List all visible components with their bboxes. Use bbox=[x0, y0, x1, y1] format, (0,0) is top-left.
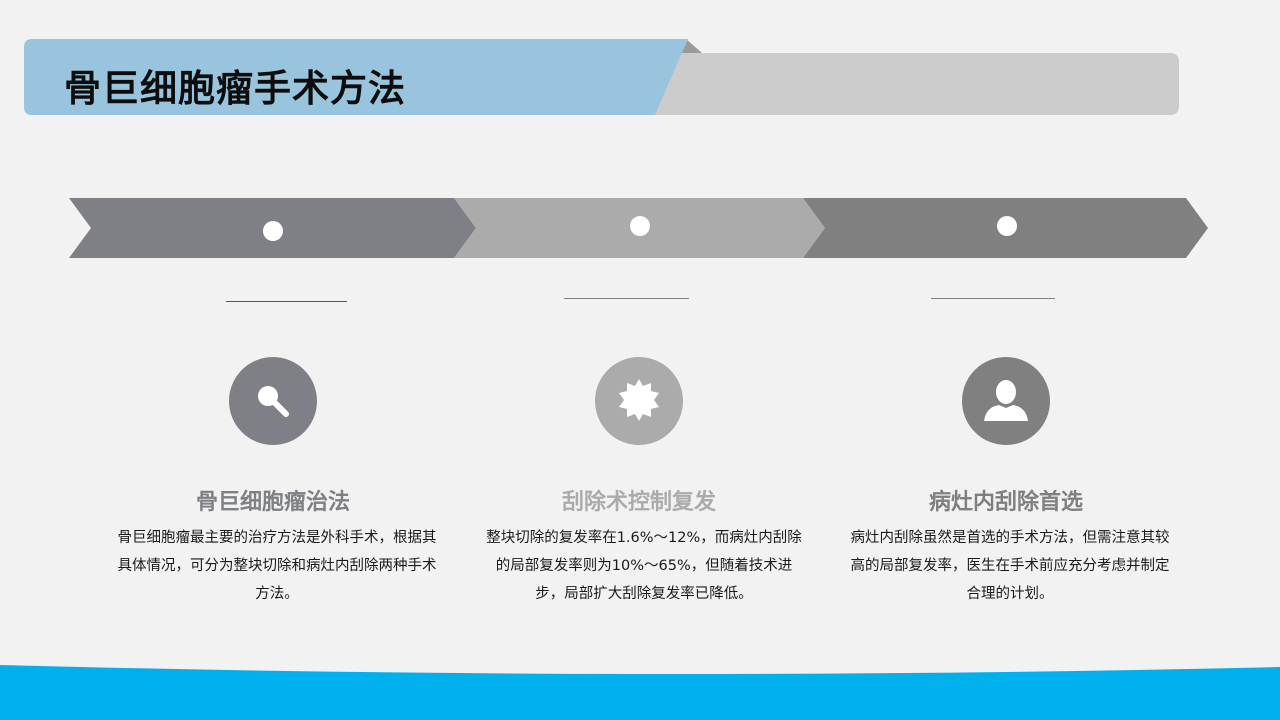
column-3-body: 病灶内刮除虽然是首选的手术方法，但需注意其较高的局部复发率，医生在手术前应充分考… bbox=[850, 530, 1170, 602]
bottom-wave bbox=[0, 665, 1280, 720]
divider-3 bbox=[931, 298, 1055, 299]
page-title: 骨巨细胞瘤手术方法 bbox=[64, 67, 406, 110]
gear-icon bbox=[619, 379, 659, 421]
divider-1 bbox=[226, 301, 347, 302]
search-icon bbox=[258, 386, 289, 417]
search-icon-circle bbox=[229, 357, 317, 445]
column-2-body: 整块切除的复发率在1.6%～12%，而病灶内刮除的局部复发率则为10%～65%，… bbox=[486, 530, 802, 602]
user-icon bbox=[984, 380, 1028, 421]
step-dot-1 bbox=[263, 221, 283, 241]
step-dot-3 bbox=[997, 216, 1017, 236]
user-icon-circle bbox=[962, 357, 1050, 445]
column-1-body: 骨巨细胞瘤最主要的治疗方法是外科手术，根据其具体情况，可分为整块切除和病灶内刮除… bbox=[117, 530, 437, 602]
process-arrows bbox=[69, 198, 1208, 258]
step-dot-2 bbox=[630, 216, 650, 236]
divider-2 bbox=[564, 298, 689, 299]
title-banner-gray bbox=[655, 39, 1179, 115]
gear-icon-circle bbox=[595, 357, 683, 445]
column-2-heading: 刮除术控制复发 bbox=[561, 490, 716, 515]
column-3-heading: 病灶内刮除首选 bbox=[928, 490, 1083, 515]
column-1-heading: 骨巨细胞瘤治法 bbox=[195, 490, 350, 515]
